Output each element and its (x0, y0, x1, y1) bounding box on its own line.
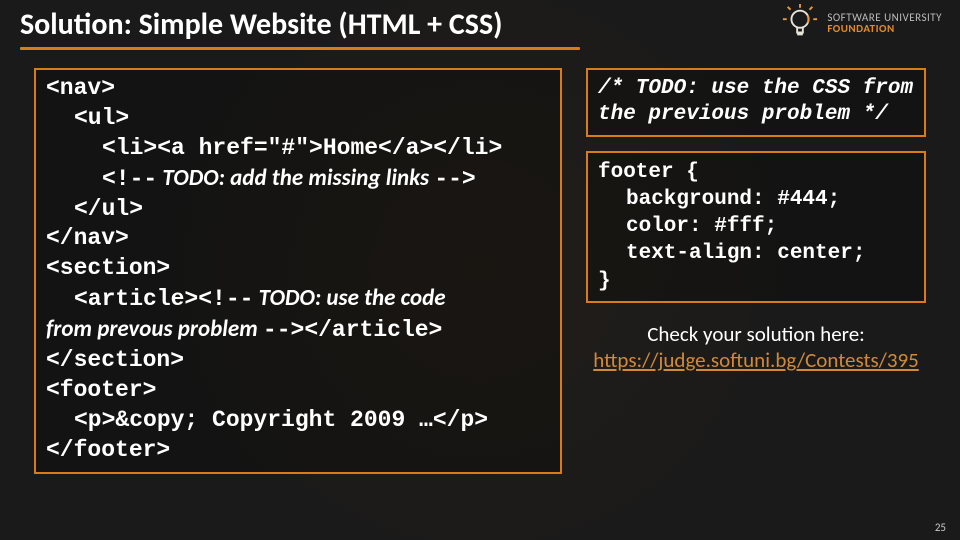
code-comment: TODO: add the missing links (157, 164, 434, 192)
code-line: } (598, 268, 914, 295)
code-block-css: footer { background: #444; color: #fff; … (586, 151, 926, 303)
code-line: text-align: center; (598, 240, 914, 267)
code-line: color: #fff; (598, 213, 914, 240)
code-line: <section> (46, 254, 550, 284)
code-line: </footer> (46, 436, 550, 466)
code-line: background: #444; (598, 186, 914, 213)
code-line: footer { (598, 159, 914, 186)
judge-link[interactable]: https://judge.softuni.bg/Contests/395 (593, 347, 919, 373)
code-token: <article> (74, 286, 198, 312)
code-line: from prevous problem --></article> (46, 315, 550, 346)
code-token: <!-- (198, 286, 253, 312)
code-line: </section> (46, 346, 550, 376)
code-line: <!-- TODO: add the missing links --> (46, 164, 550, 195)
code-comment: TODO: use the code (253, 284, 445, 312)
lightbulb-icon (781, 4, 819, 42)
code-line: /* TODO: use the CSS from (598, 76, 914, 102)
check-label: Check your solution here: (586, 321, 926, 347)
code-token: <!-- (102, 166, 157, 192)
code-block-html: <nav> <ul> <li><a href="#">Home</a></li>… (34, 68, 562, 474)
code-token: --> (434, 166, 475, 192)
brand-logo: SOFTWARE UNIVERSITY FOUNDATION (781, 4, 942, 42)
code-line: <ul> (46, 104, 550, 134)
page-number: 25 (935, 521, 946, 534)
code-line: <li><a href="#">Home</a></li> (46, 134, 550, 164)
code-line: <footer> (46, 376, 550, 406)
code-comment: from prevous problem (46, 315, 263, 343)
code-block-css-comment: /* TODO: use the CSS from the previous p… (586, 68, 926, 137)
code-line: <article><!-- TODO: use the code (46, 284, 550, 315)
page-title: Solution: Simple Website (HTML + CSS) (20, 6, 502, 43)
code-line: </nav> (46, 224, 550, 254)
logo-line2: FOUNDATION (827, 23, 942, 34)
code-line: <nav> (46, 74, 550, 104)
code-line: <p>&copy; Copyright 2009 …</p> (46, 406, 550, 436)
code-line: the previous problem */ (598, 102, 914, 128)
logo-text: SOFTWARE UNIVERSITY FOUNDATION (827, 12, 942, 34)
code-line: </ul> (46, 195, 550, 225)
code-token: --> (263, 317, 304, 343)
code-token: </article> (304, 317, 442, 343)
